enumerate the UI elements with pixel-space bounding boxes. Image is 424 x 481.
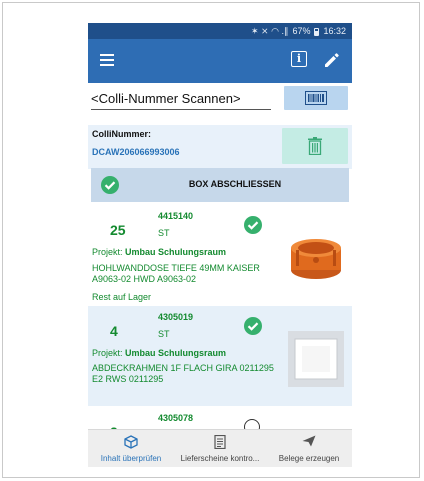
nav-create-documents[interactable]: Belege erzeugen — [266, 430, 352, 467]
nav-delivery-notes[interactable]: Lieferscheine kontro... — [174, 430, 266, 467]
barcode-scan-button[interactable] — [284, 86, 348, 110]
project-name: Umbau Schulungsraum — [125, 348, 227, 358]
document-icon — [214, 435, 226, 449]
send-icon — [302, 435, 316, 447]
item-unit: ST — [158, 329, 170, 339]
box-icon — [124, 435, 138, 449]
phone-screen: ✶ ⨯ ◠ .∥ 67% 16:32 i <Colli-Nummer Scann… — [88, 23, 352, 467]
close-box-label: BOX ABSCHLIESSEN — [188, 179, 282, 189]
colli-scan-input[interactable] — [91, 87, 271, 110]
list-item[interactable]: 25 4415140 ST Projekt: Umbau Schulungsra… — [88, 205, 352, 305]
battery-percent: 67% — [292, 26, 311, 36]
item-image-cover-frame — [288, 331, 344, 387]
item-stock-note: Rest auf Lager — [92, 292, 152, 302]
status-icons: ✶ ⨯ ◠ .∥ 67% 16:32 — [251, 23, 346, 39]
clock: 16:32 — [323, 26, 346, 36]
nav-label: Belege erzeugen — [278, 454, 340, 463]
scan-row — [88, 83, 352, 123]
colli-number: DCAW206066993006 — [92, 147, 180, 157]
signal-icons: ✶ ⨯ ◠ .∥ — [251, 26, 289, 36]
colli-panel: ColliNummer: DCAW206066993006 — [88, 125, 352, 169]
trash-icon — [308, 137, 322, 155]
item-checked-icon[interactable] — [244, 317, 262, 335]
nav-check-contents[interactable]: Inhalt überprüfen — [88, 430, 174, 467]
item-article-number: 4305019 — [158, 312, 194, 322]
item-project: Projekt: Umbau Schulungsraum — [92, 348, 226, 358]
item-article-number: 4415140 — [158, 211, 194, 221]
item-description: HOHLWANDDOSE TIEFE 49MM KAISER A9063-02 … — [92, 263, 260, 284]
item-quantity: 25 — [110, 222, 126, 238]
delete-colli-button[interactable] — [282, 128, 348, 164]
status-bar: ✶ ⨯ ◠ .∥ 67% 16:32 — [88, 23, 352, 39]
list-item[interactable]: 4 4305019 ST Projekt: Umbau Schulungsrau… — [88, 306, 352, 406]
bottom-navigation: Inhalt überprüfen Lieferscheine kontro..… — [88, 429, 352, 467]
close-box-button[interactable]: BOX ABSCHLIESSEN — [91, 168, 349, 202]
project-label: Projekt: — [92, 247, 123, 257]
colli-label: ColliNummer: — [92, 129, 152, 139]
nav-label: Lieferscheine kontro... — [180, 454, 260, 463]
barcode-icon — [305, 91, 327, 105]
nav-label: Inhalt überprüfen — [100, 454, 162, 463]
edit-pencil-icon[interactable] — [322, 50, 342, 70]
menu-icon[interactable] — [100, 54, 114, 66]
project-name: Umbau Schulungsraum — [125, 247, 227, 257]
item-image-junction-box — [288, 230, 344, 286]
project-label: Projekt: — [92, 348, 123, 358]
item-unchecked-icon[interactable] — [244, 419, 260, 429]
battery-icon — [314, 28, 320, 36]
info-icon[interactable]: i — [291, 51, 307, 67]
list-item[interactable]: 2 4305078 — [88, 407, 352, 429]
item-project: Projekt: Umbau Schulungsraum — [92, 247, 226, 257]
item-article-number: 4305078 — [158, 413, 194, 423]
item-unit: ST — [158, 228, 170, 238]
item-description: ABDECKRAHMEN 1F FLACH GIRA 0211295 E2 RW… — [92, 363, 274, 384]
app-bar: i — [88, 39, 352, 83]
item-quantity: 4 — [110, 323, 118, 339]
item-checked-icon[interactable] — [244, 216, 262, 234]
